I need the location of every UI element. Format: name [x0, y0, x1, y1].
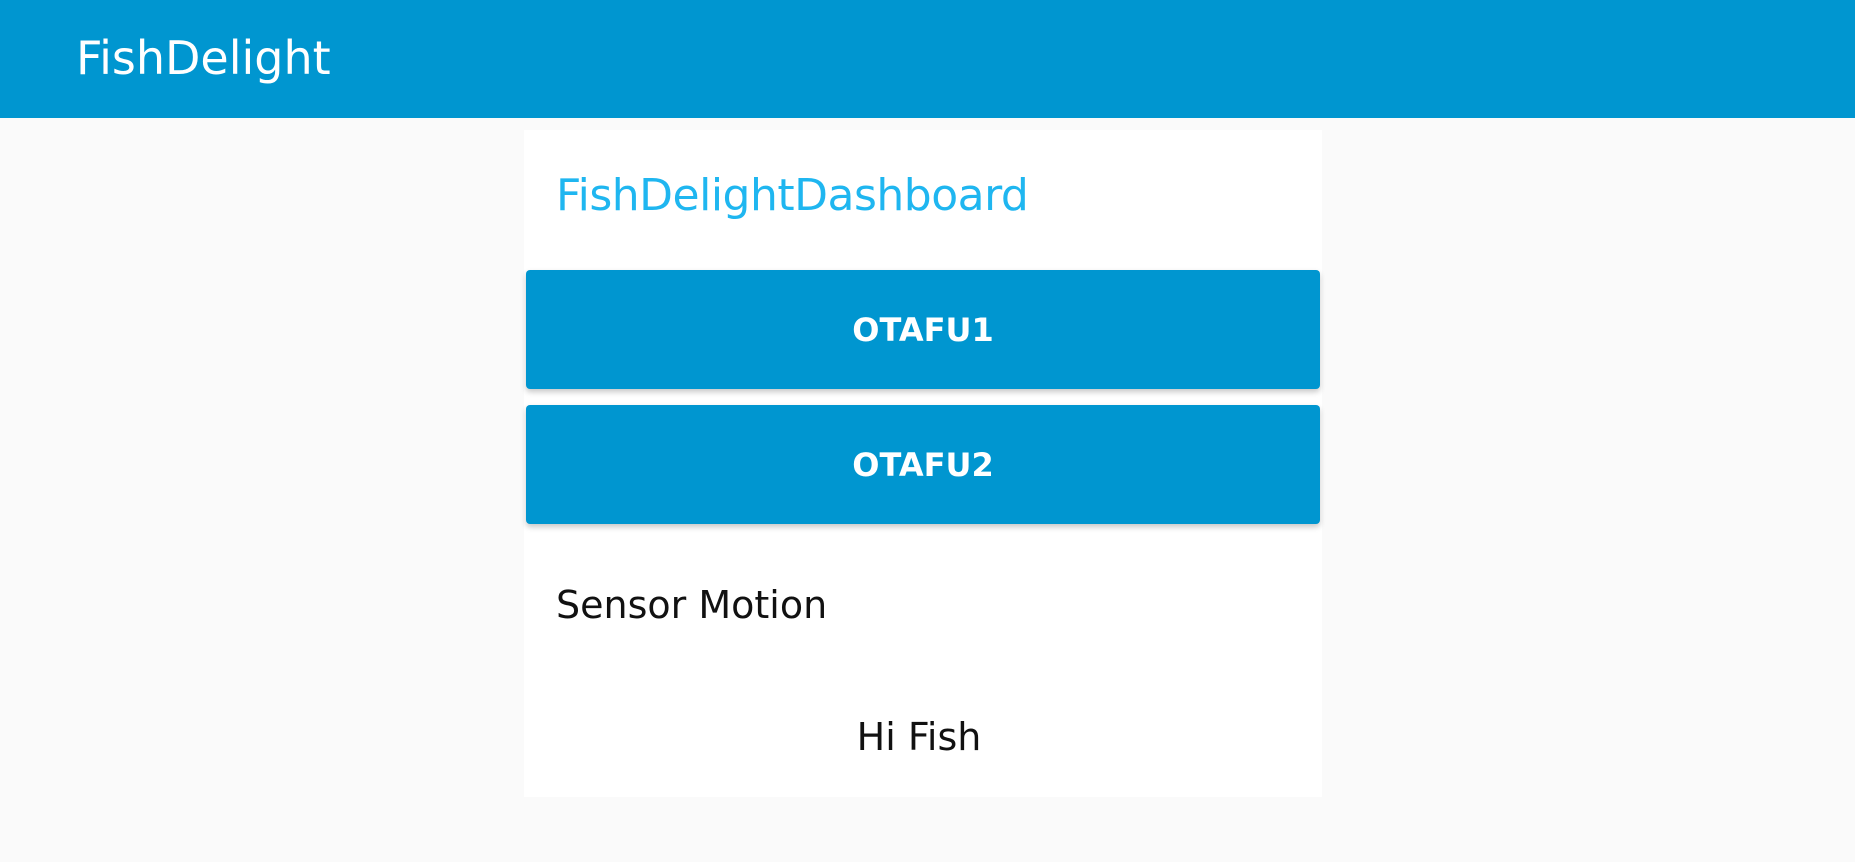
app-title: FishDelight [76, 31, 331, 85]
sensor-motion-value: Hi Fish [856, 715, 982, 759]
top-app-bar: FishDelight [0, 0, 1855, 118]
dashboard-group-card: FishDelightDashboard OTAFU1 OTAFU2 Senso… [524, 130, 1322, 797]
otafu1-button[interactable]: OTAFU1 [526, 270, 1320, 389]
otafu2-button[interactable]: OTAFU2 [526, 405, 1320, 524]
sensor-motion-label: Sensor Motion [556, 583, 828, 627]
group-title: FishDelightDashboard [556, 170, 1029, 221]
